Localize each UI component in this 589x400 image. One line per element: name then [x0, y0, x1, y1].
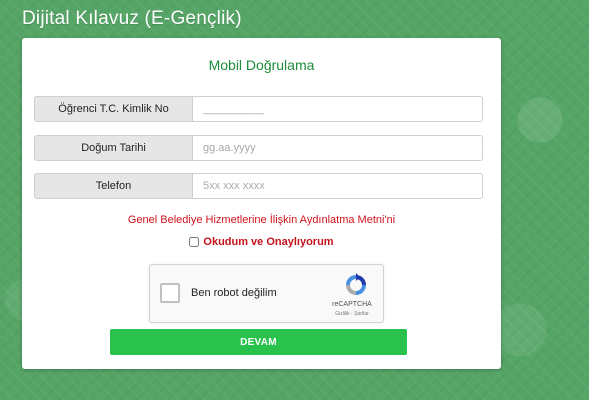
consent-row: Okudum ve Onaylıyorum: [22, 236, 501, 248]
recaptcha-widget: Ben robot değilim reCAPTCHA Gizlilik - Ş…: [149, 264, 384, 323]
recaptcha-label: Ben robot değilim: [191, 287, 277, 299]
recaptcha-logo-icon: [346, 273, 366, 295]
verification-card: Mobil Doğrulama Öğrenci T.C. Kimlik No D…: [22, 38, 501, 369]
phone-input[interactable]: [192, 173, 483, 199]
recaptcha-checkbox[interactable]: [160, 283, 180, 303]
consent-checkbox[interactable]: [189, 237, 200, 247]
phone-label: Telefon: [34, 173, 192, 199]
form-title: Mobil Doğrulama: [208, 57, 315, 73]
disclosure-link[interactable]: Genel Belediye Hizmetlerine İlişkin Aydı…: [22, 214, 501, 226]
tc-id-input[interactable]: [192, 96, 483, 122]
recaptcha-terms[interactable]: Gizlilik - Şartlar: [327, 311, 377, 317]
consent-label[interactable]: Okudum ve Onaylıyorum: [203, 236, 333, 248]
phone-row: Telefon: [34, 173, 483, 199]
tc-id-label: Öğrenci T.C. Kimlik No: [34, 96, 192, 122]
recaptcha-brand: reCAPTCHA: [332, 301, 372, 308]
birth-date-row: Doğum Tarihi: [34, 135, 483, 161]
birth-date-label: Doğum Tarihi: [34, 135, 192, 161]
birth-date-input[interactable]: [192, 135, 483, 161]
continue-button[interactable]: DEVAM: [110, 329, 407, 355]
tc-id-row: Öğrenci T.C. Kimlik No: [34, 96, 483, 122]
app-title: Dijital Kılavuz (E-Gençlik): [22, 8, 242, 29]
